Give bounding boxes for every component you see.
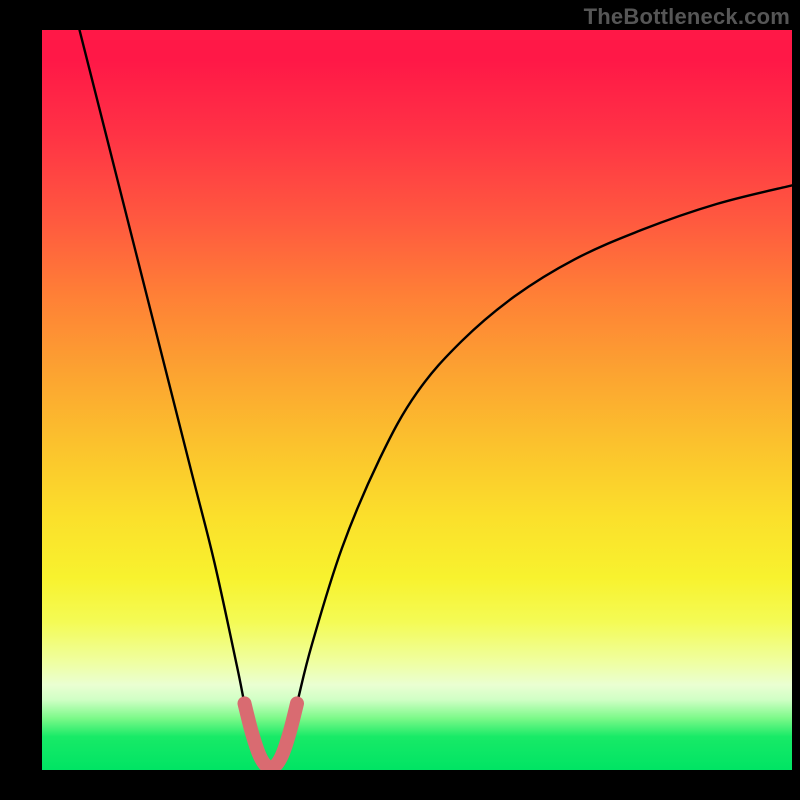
watermark-text: TheBottleneck.com (584, 4, 790, 30)
curve-layer (42, 30, 792, 770)
highlight-zone-path (245, 703, 298, 767)
chart-stage: TheBottleneck.com (0, 0, 800, 800)
bottleneck-curve-path (80, 30, 793, 768)
plot-area (42, 30, 792, 770)
